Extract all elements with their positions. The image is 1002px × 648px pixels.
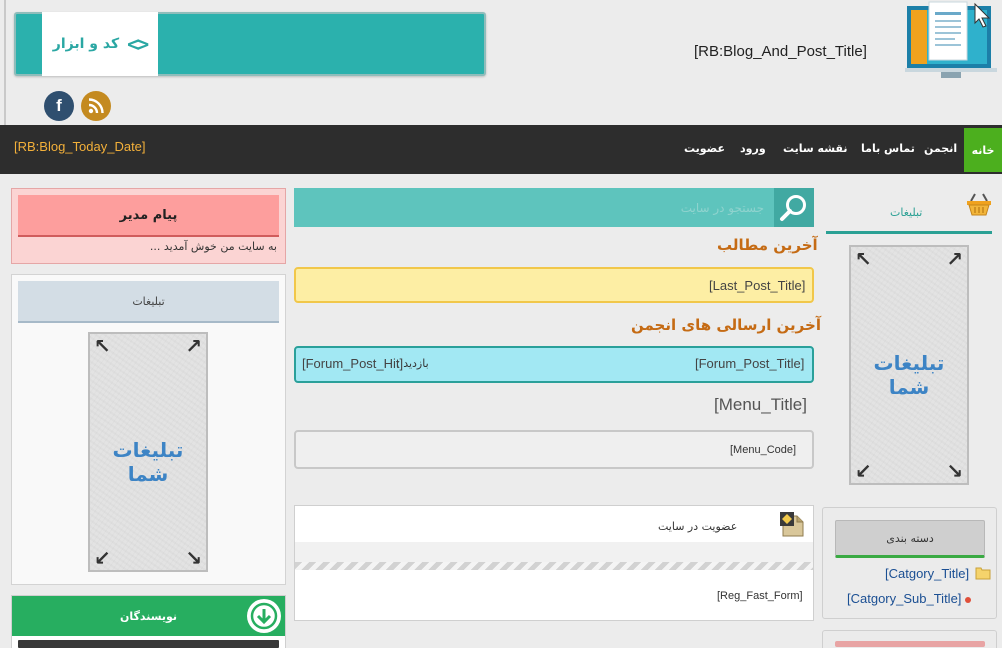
left-ads-title: تبلیغات xyxy=(18,281,279,323)
forum-post-link[interactable]: [Forum_Post_Title] xyxy=(695,356,804,371)
arrow-bottom-right-icon: ↘ xyxy=(946,459,963,483)
rss-icon[interactable] xyxy=(81,91,111,121)
blog-title[interactable]: [RB:Blog_And_Post_Title] xyxy=(694,43,867,60)
right-ad-slot[interactable]: ↖ ↗ تبلیغات شما ↙ ↘ xyxy=(849,245,969,485)
main-navbar xyxy=(0,125,1002,174)
forum-post-box: [Forum_Post_Title] بازدید : [Forum_Post_… xyxy=(294,346,814,383)
right-ad-text: تبلیغات شما xyxy=(873,351,945,399)
last-post-link[interactable]: [Last_Post_Title] xyxy=(709,278,805,293)
arrow-top-left-icon: ↖ xyxy=(855,247,872,271)
arrow-top-right-icon: ↗ xyxy=(946,247,963,271)
category-link[interactable]: [Catgory_Title] xyxy=(885,566,969,581)
basket-icon xyxy=(967,193,991,216)
arrow-bottom-left-icon: ↙ xyxy=(94,546,111,570)
nav-item-register[interactable]: عضویت xyxy=(684,142,725,155)
arrow-top-left-icon: ↖ xyxy=(94,334,111,358)
search-button[interactable] xyxy=(774,188,814,227)
arrow-bottom-right-icon: ↘ xyxy=(185,546,202,570)
authors-list-preview xyxy=(18,640,279,648)
rss-glyph xyxy=(88,98,104,114)
menu-code: [Menu_Code] xyxy=(730,444,797,456)
register-fast-form[interactable]: [Reg_Fast_Form] xyxy=(717,590,803,602)
arrow-bottom-left-icon: ↙ xyxy=(855,459,872,483)
next-box-header xyxy=(835,641,985,647)
nav-item-home[interactable]: خانه xyxy=(964,128,1002,172)
arrow-down-icon xyxy=(250,602,278,630)
nav-item-forum[interactable]: انجمن xyxy=(924,142,957,155)
facebook-icon[interactable]: f xyxy=(44,91,74,121)
admin-message-title: پیام مدیر xyxy=(18,195,279,237)
search-bar xyxy=(294,188,814,227)
next-sidebar-box xyxy=(822,630,997,648)
forum-posts-title: آخرین ارسالی های انجمن xyxy=(631,316,821,334)
page-edge-line xyxy=(4,0,6,125)
register-title: عضویت در سایت xyxy=(658,520,738,533)
authors-box: نویسندگان xyxy=(11,595,286,648)
sub-category-link[interactable]: [Catgory_Sub_Title] xyxy=(847,591,961,606)
register-header: عضویت در سایت xyxy=(295,506,813,542)
admin-message-text: به سایت من خوش آمدید ... xyxy=(149,240,277,253)
left-ads-box: تبلیغات ↖ ↗ تبلیغات شما ↙ ↘ xyxy=(11,274,286,585)
register-gray-strip xyxy=(295,542,813,562)
left-ad-text: تبلیغات شما xyxy=(112,438,184,486)
left-ad-slot[interactable]: ↖ ↗ تبلیغات شما ↙ ↘ xyxy=(88,332,208,572)
sub-category-bullet xyxy=(965,597,971,603)
code-tools-banner[interactable]: <> کد و ابزار xyxy=(14,12,486,76)
laptop-document-icon xyxy=(905,1,997,78)
last-post-box: [Last_Post_Title] xyxy=(294,267,814,303)
admin-message-box: پیام مدیر به سایت من خوش آمدید ... xyxy=(11,188,286,264)
register-stripe-divider xyxy=(295,562,813,570)
menu-box: [Menu_Code] xyxy=(294,430,814,469)
document-icon xyxy=(780,512,804,537)
search-icon xyxy=(780,194,806,221)
chevrons-code-icon: <> xyxy=(127,32,149,56)
categories-box: دسته بندی [Catgory_Title] [Catgory_Sub_T… xyxy=(822,507,997,619)
latest-posts-title: آخرین مطالب xyxy=(717,236,818,254)
menu-title: [Menu_Title] xyxy=(714,395,807,414)
code-tools-label: کد و ابزار xyxy=(52,36,120,52)
download-circle-icon[interactable] xyxy=(247,599,281,633)
arrow-top-right-icon: ↗ xyxy=(185,334,202,358)
nav-item-sitemap[interactable]: نقشه سایت xyxy=(783,142,847,155)
search-input[interactable] xyxy=(294,188,774,227)
nav-item-login[interactable]: ورود xyxy=(740,142,766,155)
categories-title: دسته بندی xyxy=(835,520,985,558)
today-date: [RB:Blog_Today_Date] xyxy=(14,139,146,154)
authors-title: نویسندگان xyxy=(12,596,285,636)
forum-post-hits: [Forum_Post_Hit] xyxy=(302,356,404,371)
register-box: عضویت در سایت [Reg_Fast_Form] xyxy=(294,505,814,621)
code-tools-tab[interactable]: <> کد و ابزار xyxy=(42,12,158,76)
right-ads-title: تبلیغات xyxy=(890,206,923,219)
nav-item-contact[interactable]: تماس باما xyxy=(861,142,915,155)
folder-icon xyxy=(975,567,991,580)
